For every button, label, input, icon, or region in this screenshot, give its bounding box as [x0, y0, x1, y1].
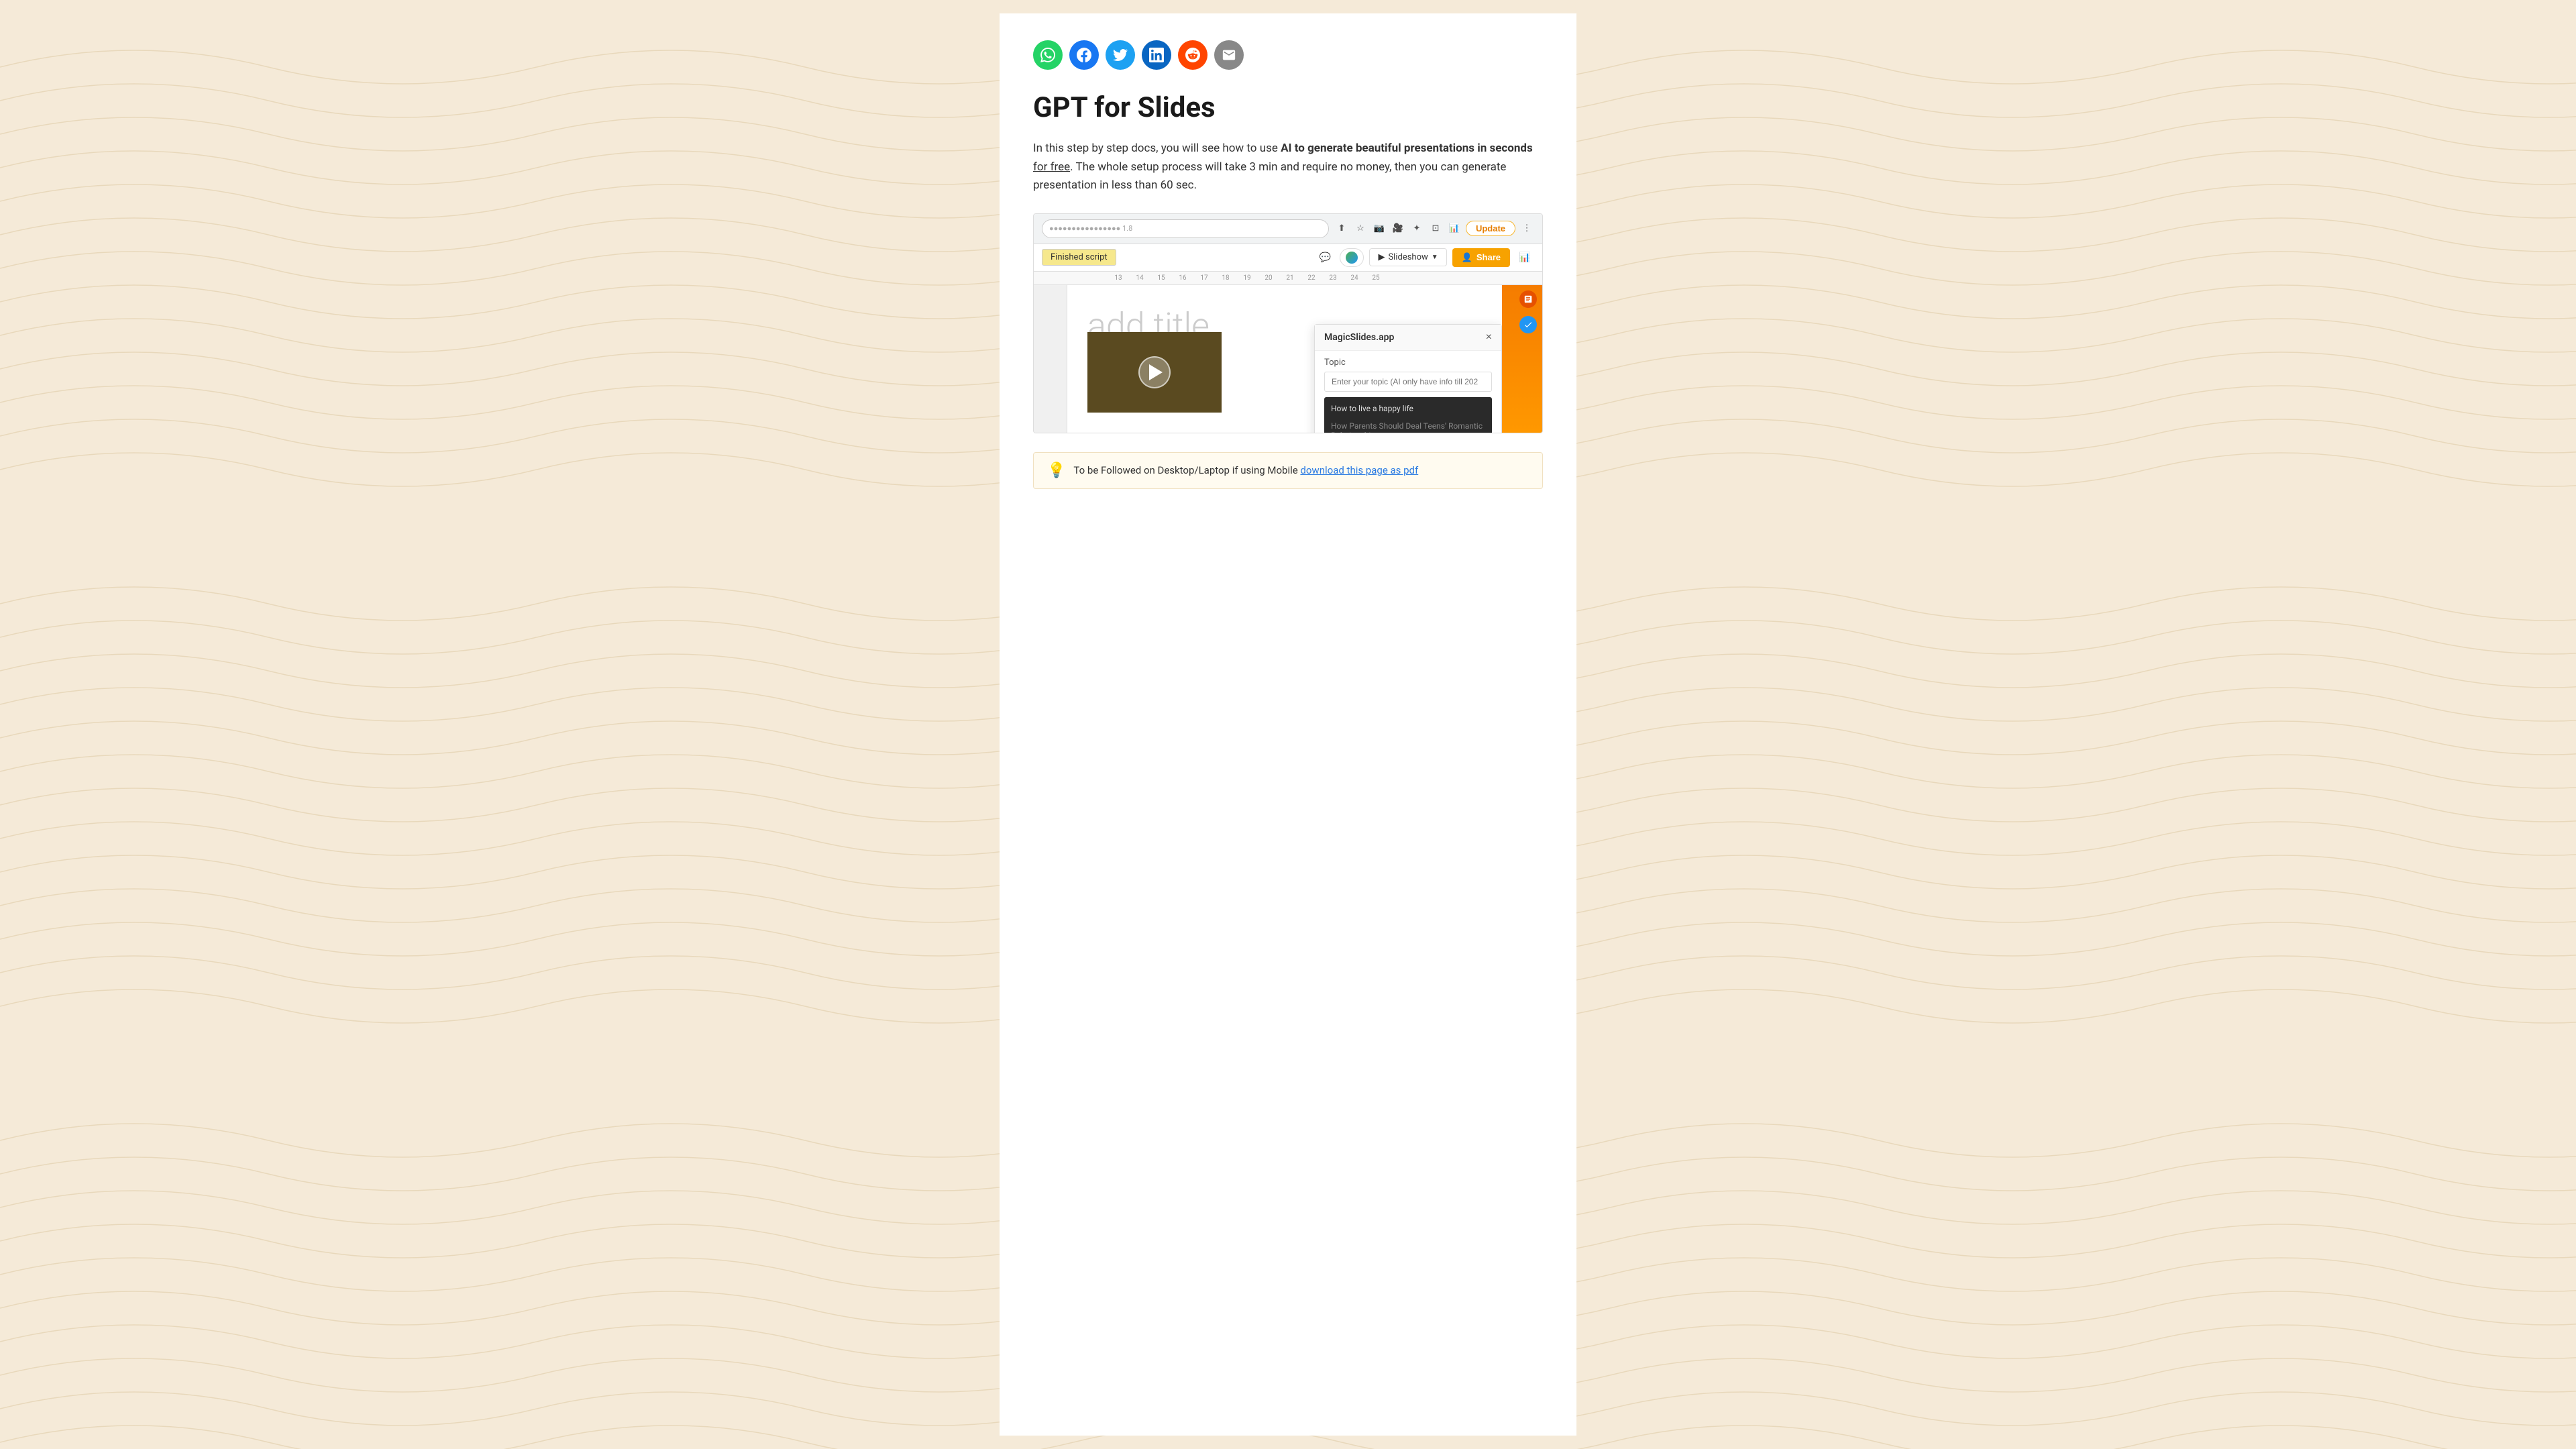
ruler-14: 14	[1129, 274, 1150, 282]
magic-popup-close-button[interactable]: ×	[1486, 331, 1492, 343]
slides-right-panel	[1502, 285, 1542, 433]
intro-text-rest: . The whole setup process will take 3 mi…	[1033, 160, 1506, 192]
url-text: ●●●●●●●●●●●●●●●● 1.8	[1049, 224, 1132, 233]
notice-text-main: To be Followed on Desktop/Laptop if usin…	[1073, 464, 1300, 476]
intro-paragraph: In this step by step docs, you will see …	[1033, 140, 1543, 195]
ruler-16: 16	[1172, 274, 1193, 282]
topic-input[interactable]	[1324, 372, 1492, 392]
ruler-18: 18	[1215, 274, 1236, 282]
right-panel-icon[interactable]	[1519, 290, 1537, 308]
share-label: Share	[1477, 252, 1501, 262]
ruler-19: 19	[1236, 274, 1258, 282]
ruler-17: 17	[1193, 274, 1215, 282]
page-title: GPT for Slides	[1033, 91, 1543, 125]
topic-label: Topic	[1324, 358, 1492, 368]
social-icon-email[interactable]	[1214, 40, 1244, 70]
analytics-icon[interactable]: 📊	[1447, 221, 1462, 236]
notice-text: To be Followed on Desktop/Laptop if usin…	[1073, 464, 1418, 476]
notice-icon: 💡	[1047, 462, 1065, 479]
video-thumbnail[interactable]	[1087, 332, 1222, 413]
social-icon-twitter[interactable]	[1106, 40, 1135, 70]
ruler-22: 22	[1301, 274, 1322, 282]
share-browser-icon[interactable]: ⬆	[1334, 221, 1349, 236]
ruler-15: 15	[1150, 274, 1172, 282]
slides-toolbar: Finished script 💬 ▶ Slideshow ▼ 👤 Share …	[1034, 244, 1542, 272]
intro-text-bold: AI to generate beautiful presentations i…	[1281, 142, 1533, 155]
share-icon: 👤	[1462, 252, 1472, 263]
profile-button[interactable]	[1340, 248, 1364, 267]
play-triangle-icon	[1149, 364, 1163, 380]
finished-script-tag[interactable]: Finished script	[1042, 249, 1116, 266]
slides-main: add title dd subtitle MagicSlides.app ×	[1034, 285, 1542, 433]
suggestions-dropdown: How to live a happy life How Parents Sho…	[1324, 397, 1492, 433]
social-icon-facebook[interactable]	[1069, 40, 1099, 70]
more-slides-icon[interactable]: 📊	[1515, 248, 1534, 267]
slideshow-button[interactable]: ▶ Slideshow ▼	[1369, 248, 1446, 266]
download-pdf-link[interactable]: download this page as pdf	[1300, 464, 1418, 476]
browser-icons: ⬆ ☆ 📷 🎥 ✦ ⊡ 📊 Update ⋮	[1334, 221, 1534, 236]
browser-chrome: ●●●●●●●●●●●●●●●● 1.8 ⬆ ☆ 📷 🎥 ✦ ⊡ 📊 Updat…	[1034, 214, 1542, 244]
screenshot-container: ●●●●●●●●●●●●●●●● 1.8 ⬆ ☆ 📷 🎥 ✦ ⊡ 📊 Updat…	[1033, 213, 1543, 433]
comments-icon[interactable]: 💬	[1316, 248, 1334, 267]
suggestion-parents[interactable]: How Parents Should Deal Teens' Romantic …	[1324, 417, 1492, 433]
notice-bar: 💡 To be Followed on Desktop/Laptop if us…	[1033, 452, 1543, 489]
video-icon[interactable]: 🎥	[1391, 221, 1405, 236]
ruler-24: 24	[1344, 274, 1365, 282]
page-container: GPT for Slides In this step by step docs…	[1000, 13, 1576, 1436]
browser-url-bar[interactable]: ●●●●●●●●●●●●●●●● 1.8	[1042, 219, 1329, 238]
camera-icon[interactable]: 📷	[1372, 221, 1387, 236]
suggestion-happy-life[interactable]: How to live a happy life	[1324, 400, 1492, 417]
intro-text-start: In this step by step docs, you will see …	[1033, 142, 1281, 155]
magic-slides-popup: MagicSlides.app × Topic How to live a ha…	[1314, 324, 1502, 433]
for-free-link[interactable]: for free	[1033, 160, 1070, 174]
play-button[interactable]	[1138, 356, 1171, 388]
slideshow-dropdown-arrow: ▼	[1432, 254, 1438, 261]
magic-popup-title: MagicSlides.app	[1324, 332, 1394, 343]
social-icon-linkedin[interactable]	[1142, 40, 1171, 70]
slides-sidebar	[1034, 285, 1067, 433]
extensions-icon[interactable]: ✦	[1409, 221, 1424, 236]
update-button[interactable]: Update	[1466, 221, 1515, 236]
ruler-13: 13	[1108, 274, 1129, 282]
slideshow-label: Slideshow	[1388, 252, 1428, 262]
social-icon-reddit[interactable]	[1178, 40, 1208, 70]
ruler-21: 21	[1279, 274, 1301, 282]
ruler-numbers: 13 14 15 16 17 18 19 20 21 22 23 24 25	[1067, 274, 1387, 282]
slides-ruler: 13 14 15 16 17 18 19 20 21 22 23 24 25	[1034, 272, 1542, 285]
star-icon[interactable]: ☆	[1353, 221, 1368, 236]
slideshow-icon: ▶	[1378, 252, 1385, 262]
magic-popup-body: Topic How to live a happy life How Paren…	[1315, 351, 1501, 433]
profile-avatar	[1346, 252, 1358, 264]
more-options-icon[interactable]: ⋮	[1519, 221, 1534, 236]
blue-panel-icon[interactable]	[1519, 316, 1537, 333]
ruler-23: 23	[1322, 274, 1344, 282]
social-icon-whatsapp[interactable]	[1033, 40, 1063, 70]
ruler-20: 20	[1258, 274, 1279, 282]
split-icon[interactable]: ⊡	[1428, 221, 1443, 236]
social-bar	[1033, 40, 1543, 70]
share-button[interactable]: 👤 Share	[1452, 248, 1510, 267]
slides-toolbar-left: Finished script	[1042, 249, 1310, 266]
slides-canvas-area: add title dd subtitle MagicSlides.app ×	[1067, 285, 1502, 433]
magic-popup-header: MagicSlides.app ×	[1315, 325, 1501, 351]
ruler-25: 25	[1365, 274, 1387, 282]
